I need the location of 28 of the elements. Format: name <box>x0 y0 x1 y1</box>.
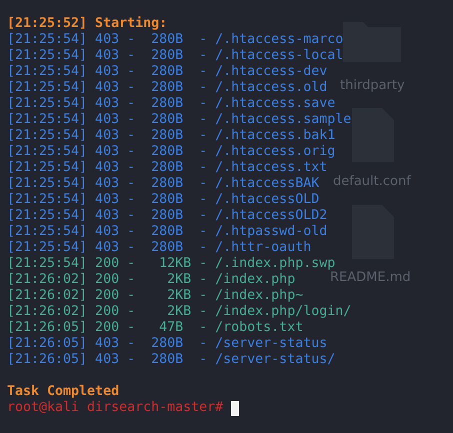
result-line: [21:25:54] 403 - 280B - /.htaccess.txt <box>7 160 328 176</box>
result-line: [21:26:02] 200 - 2KB - /index.php~ <box>7 288 304 304</box>
result-line: [21:25:54] 403 - 280B - /.htaccess-local <box>7 48 344 64</box>
result-line: [21:26:02] 200 - 2KB - /index.php/login/ <box>7 304 352 320</box>
shell-prompt: root@kali dirsearch-master# <box>7 400 224 416</box>
desktop-icon-label[interactable]: thirdparty <box>340 77 405 95</box>
result-line: [21:25:54] 403 - 280B - /.htaccess-marco <box>7 32 344 48</box>
result-line: [21:26:02] 200 - 2KB - /index.php <box>7 272 296 288</box>
result-line: [21:25:54] 403 - 280B - /.htaccess.sample <box>7 112 352 128</box>
completion-message: Task Completed <box>7 384 120 400</box>
result-line: [21:25:54] 403 - 280B - /.htpasswd-old <box>7 224 328 240</box>
desktop-icon-label[interactable]: default.conf <box>333 173 411 191</box>
result-line: [21:25:54] 200 - 12KB - /.index.php.swp <box>7 256 336 271</box>
result-line: [21:26:05] 200 - 47B - /robots.txt <box>7 320 304 336</box>
result-line: [21:25:54] 403 - 280B - /.httr-oauth <box>7 240 312 256</box>
result-line: [21:25:54] 403 - 280B - /.htaccess.old <box>7 80 328 96</box>
text-cursor <box>231 400 240 416</box>
result-line: [21:25:54] 403 - 280B - /.htaccessOLD2 <box>7 208 328 224</box>
result-line: [21:25:54] 403 - 280B - /.htaccess.orig <box>7 144 336 160</box>
status-message: [21:25:52] Starting: <box>7 16 168 32</box>
desktop-icon-label[interactable]: README.md <box>330 269 411 287</box>
result-line: [21:25:54] 403 - 280B - /.htaccess.save <box>7 96 336 112</box>
result-line: [21:26:05] 403 - 280B - /server-status <box>7 336 328 352</box>
result-line: [21:26:05] 403 - 280B - /server-status/ <box>7 352 336 368</box>
result-line: [21:25:54] 403 - 280B - /.htaccess.bak1 <box>7 128 336 144</box>
result-line: [21:25:54] 403 - 280B - /.htaccess-dev <box>7 64 328 80</box>
result-line: [21:25:54] 403 - 280B - /.htaccessBAK <box>7 176 320 192</box>
result-line: [21:25:54] 403 - 280B - /.htaccessOLD <box>7 192 320 208</box>
